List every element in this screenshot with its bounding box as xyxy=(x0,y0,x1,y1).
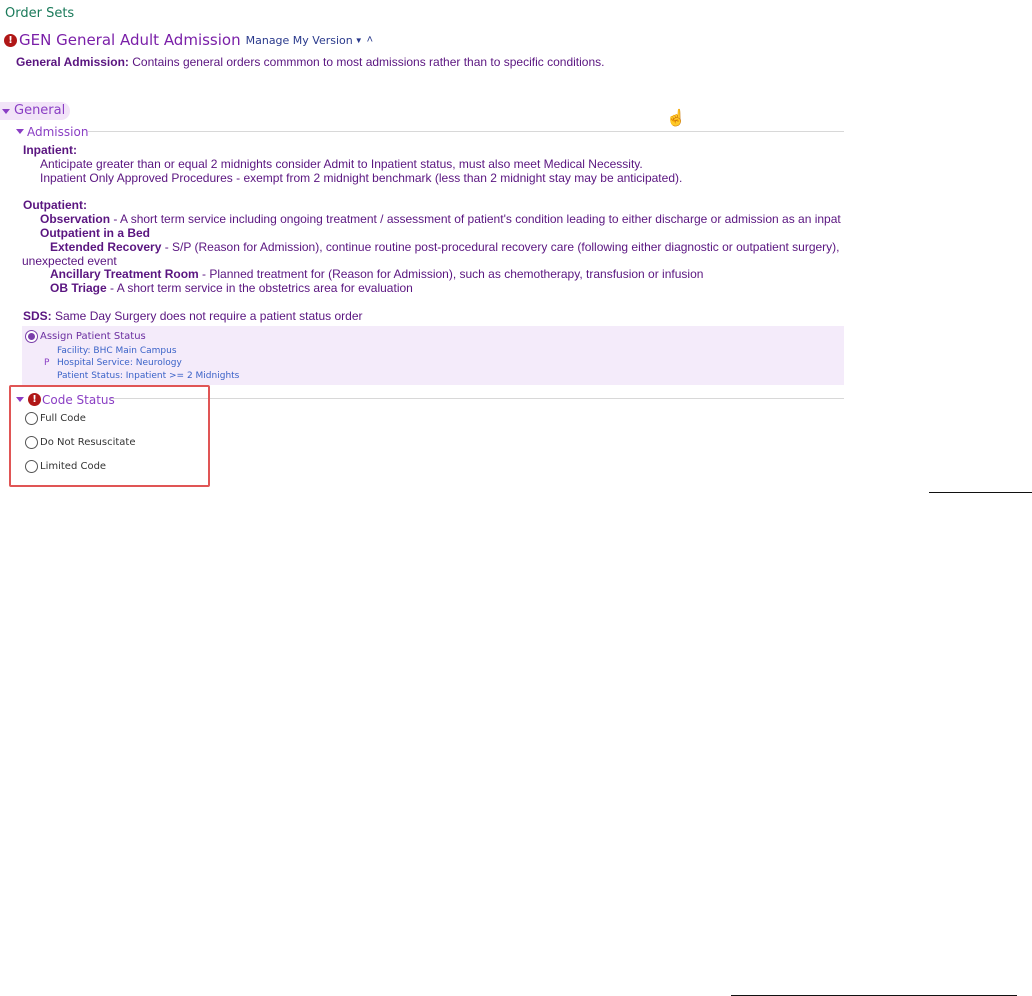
order-set-description: General Admission: Contains general orde… xyxy=(16,55,604,69)
observation-line: Observation - A short term service inclu… xyxy=(40,212,841,226)
expand-triangle-icon[interactable] xyxy=(16,129,24,134)
ancillary-label: Ancillary Treatment Room xyxy=(50,267,199,281)
expand-triangle-icon[interactable] xyxy=(2,109,10,114)
hand-pointer-icon: ☝ xyxy=(666,110,686,127)
description-label: General Admission: xyxy=(16,55,129,69)
order-set-title: GEN General Adult Admission xyxy=(19,31,241,49)
ob-triage-line: OB Triage - A short term service in the … xyxy=(50,281,413,295)
ancillary-text: - Planned treatment for (Reason for Admi… xyxy=(198,267,704,281)
assign-patient-status-label[interactable]: Assign Patient Status xyxy=(40,331,146,342)
patient-status-detail[interactable]: Patient Status: Inpatient >= 2 Midnights xyxy=(57,371,239,381)
dropdown-caret-icon[interactable]: ▼ xyxy=(355,36,363,45)
subsection-admission-label[interactable]: Admission xyxy=(27,125,88,139)
assign-patient-status-radio[interactable] xyxy=(25,330,38,343)
divider xyxy=(110,398,844,399)
hospital-service-detail[interactable]: Hospital Service: Neurology xyxy=(57,358,182,368)
observation-text: - A short term service including ongoing… xyxy=(110,212,841,226)
divider xyxy=(88,131,844,132)
outpatient-heading: Outpatient: xyxy=(23,198,87,212)
facility-detail[interactable]: Facility: BHC Main Campus xyxy=(57,346,177,356)
extended-recovery-wrap: unexpected event xyxy=(22,254,117,268)
p-marker: P xyxy=(44,358,50,368)
highlight-box xyxy=(9,385,210,487)
breadcrumb[interactable]: Order Sets xyxy=(5,6,74,21)
extended-recovery-text: - S/P (Reason for Admission), continue r… xyxy=(161,240,840,254)
observation-label: Observation xyxy=(40,212,111,226)
manage-my-version-link[interactable]: Manage My Version xyxy=(246,34,353,47)
inpatient-line-1: Anticipate greater than or equal 2 midni… xyxy=(40,157,643,171)
inpatient-heading: Inpatient: xyxy=(23,143,77,157)
section-general-label[interactable]: General xyxy=(14,103,65,118)
ancillary-line: Ancillary Treatment Room - Planned treat… xyxy=(50,267,703,281)
extended-recovery-label: Extended Recovery xyxy=(50,240,162,254)
order-set-header: ! GEN General Adult Admission Manage My … xyxy=(4,30,373,50)
divider xyxy=(929,492,1032,493)
sds-text: Same Day Surgery does not require a pati… xyxy=(51,309,363,323)
inpatient-line-2: Inpatient Only Approved Procedures - exe… xyxy=(40,171,683,185)
sds-line: SDS: Same Day Surgery does not require a… xyxy=(23,309,363,323)
ob-triage-text: - A short term service in the obstetrics… xyxy=(106,281,413,295)
outpatient-bed-heading: Outpatient in a Bed xyxy=(40,226,151,240)
ob-triage-label: OB Triage xyxy=(50,281,107,295)
sds-label: SDS: xyxy=(23,309,52,323)
double-chevron-up-icon[interactable]: ˄ xyxy=(367,34,373,46)
description-text: Contains general orders commmon to most … xyxy=(128,55,605,69)
error-icon: ! xyxy=(4,33,17,47)
extended-recovery-line: Extended Recovery - S/P (Reason for Admi… xyxy=(50,240,840,254)
